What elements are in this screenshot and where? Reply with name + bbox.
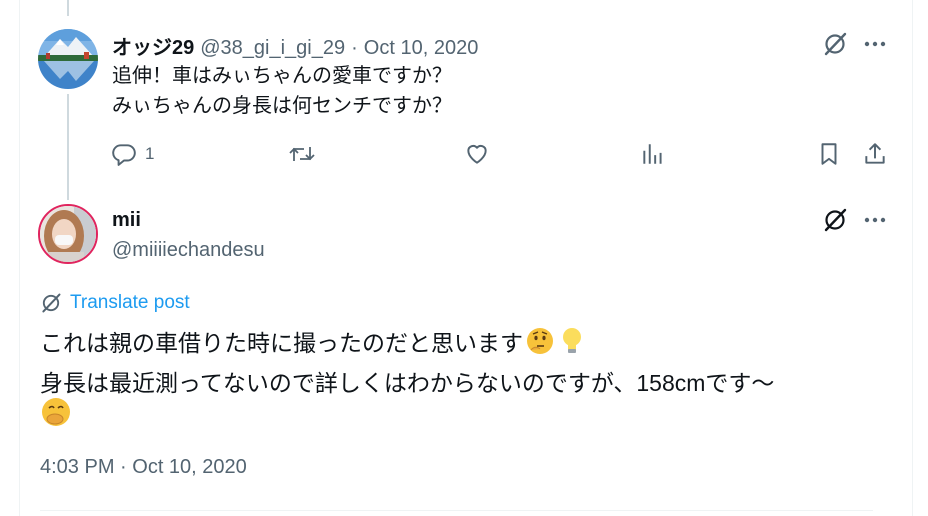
light-bulb-emoji <box>563 328 581 353</box>
thread-line-top <box>67 0 69 16</box>
like-button[interactable] <box>464 141 490 167</box>
main-handle-row: @miiiiechandesu <box>112 239 265 262</box>
main-text-line-1-row: これは親の車借りた時に撮ったのだと思います <box>40 324 585 358</box>
bottom-divider <box>40 510 873 511</box>
reply-display-name[interactable]: オッジ29 <box>112 31 194 60</box>
bookmark-button[interactable] <box>816 141 842 167</box>
grok-icon-main[interactable] <box>820 206 850 234</box>
heart-icon <box>467 144 487 164</box>
more-options-icon-main[interactable] <box>860 208 890 232</box>
avatar-portrait-image <box>40 206 96 262</box>
bookmark-icon <box>821 143 837 165</box>
thinking-face-emoji <box>527 328 553 354</box>
translate-label[interactable]: Translate post <box>70 292 190 314</box>
more-options-icon[interactable] <box>860 32 890 56</box>
reply-text-line-2: みぃちゃんの身長は何センチですか？ <box>112 95 452 117</box>
reply-header: オッジ29 @38_gi_i_gi_29 · Oct 10, 2020 <box>112 31 478 60</box>
main-handle[interactable]: @miiiiechandesu <box>112 239 265 262</box>
retweet-icon <box>289 147 315 161</box>
hand-over-mouth-emoji <box>42 398 70 426</box>
avatar-oggi29[interactable] <box>38 29 98 89</box>
reply-separator: · <box>351 37 358 59</box>
views-button[interactable] <box>640 141 666 167</box>
main-text-line-2: 身長は最近測ってないので詳しくはわからないのですが、158cmです〜 <box>40 370 775 396</box>
thread-line-connector <box>67 94 69 200</box>
reply-date[interactable]: Oct 10, 2020 <box>364 37 479 60</box>
analytics-icon <box>643 144 662 164</box>
share-button[interactable] <box>862 141 888 167</box>
grok-translate-icon <box>42 293 61 313</box>
main-display-name[interactable]: mii <box>112 209 141 232</box>
reply-text-line-1: 追伸！車はみぃちゃんの愛車ですか？ <box>112 65 452 87</box>
share-icon <box>865 143 885 164</box>
grok-icon[interactable] <box>820 30 850 58</box>
translate-post-link[interactable]: Translate post <box>40 292 190 314</box>
reply-icon <box>112 144 136 166</box>
reply-count: 1 <box>145 144 155 163</box>
main-header: mii <box>112 209 141 232</box>
reply-button[interactable]: 1 <box>111 141 154 167</box>
avatar-mii[interactable] <box>38 204 98 264</box>
main-text-line-3-row <box>40 396 72 434</box>
retweet-button[interactable] <box>288 141 316 167</box>
main-timestamp[interactable]: 4:03 PM · Oct 10, 2020 <box>40 456 247 479</box>
reply-handle[interactable]: @38_gi_i_gi_29 <box>200 37 345 60</box>
avatar-landscape-image <box>38 29 98 89</box>
main-text-line-1: これは親の車借りた時に撮ったのだと思います <box>40 330 523 356</box>
